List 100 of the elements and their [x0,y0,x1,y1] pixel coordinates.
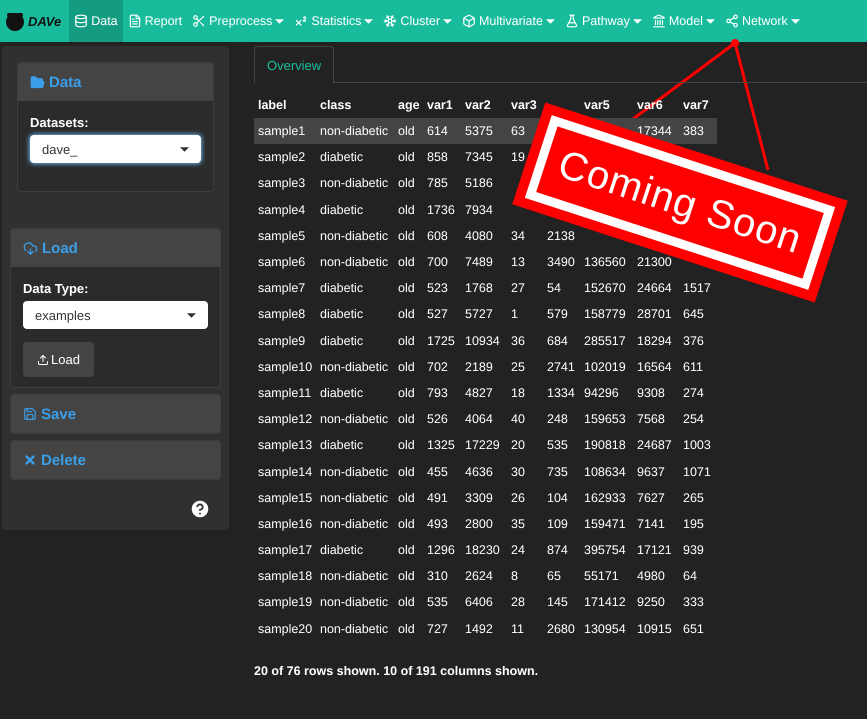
table-cell: diabetic [316,144,394,170]
table-cell-text: sample18 [257,568,314,586]
column-header: class [316,92,394,118]
table-cell-text: non-diabetic [319,464,390,481]
panel-header[interactable]: Save [11,395,220,433]
folder-icon [30,74,45,90]
table-cell-text: 611 [682,358,704,376]
table-cell-text: 64 [682,568,698,586]
nav-item[interactable]: Cluster [378,0,458,42]
table-cell-text: sample5 [257,228,306,245]
table-cell-text: non-diabetic [319,358,390,376]
table-cell-text: 4980 [636,568,666,586]
table-cell-text: 18 [510,384,526,402]
caret-icon [187,312,196,318]
dataset-select[interactable]: dave_ [30,135,201,163]
nav-icon [128,14,142,28]
table-cell-text: 491 [426,490,449,507]
table-cell-text: 785 [426,175,449,192]
column-header: label [254,92,316,118]
table-cell-text: 4636 [464,464,494,481]
table-cell-text: 145 [546,594,569,612]
table-cell-text: 735 [546,464,569,481]
table-cell-text: 3490 [546,254,576,272]
tab[interactable]: Overview [254,46,334,83]
table-cell-text: old [397,568,416,586]
table-cell-text: 109 [546,516,569,533]
table-cell-text: non-diabetic [319,228,390,245]
table-cell-text: 5186 [464,175,494,192]
table-cell-text: old [397,464,416,481]
table-cell-text: 21300 [636,254,673,272]
table-cell-text: sample14 [257,464,314,481]
table-cell-text: 254 [682,411,705,428]
table-cell-text: non-diabetic [319,254,390,272]
table-cell-text: 152670 [583,280,627,298]
table-cell-text: 10915 [636,620,673,638]
table-cell-text: sample4 [257,202,306,219]
table-cell-text: sample20 [257,620,314,638]
table-cell-text: old [397,202,416,219]
table-cell-text: sample8 [257,306,306,324]
table-cell-text: 1 [510,306,519,324]
table-cell-text: 4080 [464,228,494,245]
table-cell-text: 9308 [636,384,666,402]
table-cell-text: 5727 [464,306,494,324]
nav-item[interactable]: Statistics [289,0,378,42]
column-header: var3 [507,92,543,118]
table-cell-text: 17229 [464,437,501,454]
panel-header[interactable]: Delete [11,441,220,479]
panel-header[interactable]: Load [11,229,220,267]
table-cell-text: 7489 [464,254,494,272]
table-cell-text: 523 [426,280,449,298]
table-cell-text: 24664 [636,280,673,298]
table-cell-text: 11 [510,620,525,638]
table-cell-text: non-diabetic [319,490,390,507]
nav-item[interactable]: Data [69,0,123,42]
table-cell-text: old [397,358,416,376]
table-cell-text: old [397,175,416,192]
table-cell-text: 651 [682,620,705,638]
column-header: var2 [461,92,507,118]
table-cell-text: 18230 [464,542,501,560]
nav-item[interactable]: Report [122,0,188,42]
table-cell-text: 1768 [464,280,494,298]
nav-icon [652,14,666,28]
table-cell-text: 20 [510,437,526,454]
table-cell-text: sample3 [257,175,306,192]
table-cell-text: 9637 [636,464,666,481]
nav-item[interactable]: Network [720,0,805,42]
table-cell-text: 1736 [426,202,456,219]
table-cell-text: 265 [682,490,705,507]
table-cell: sample2 [254,144,316,170]
table-cell: 5375 [461,118,507,144]
table-cell: non-diabetic [316,118,394,144]
table-cell-text: old [397,384,416,402]
table-cell-text: 939 [682,542,705,560]
table-cell-text: 2189 [464,358,494,376]
help-icon[interactable] [189,498,211,520]
nav-icon [192,14,206,28]
table-cell-text: 65 [546,568,562,586]
column-header: var1 [423,92,461,118]
table-cell-text: 24 [510,542,526,560]
nav-item[interactable]: Multivariate [457,0,560,42]
table-cell-text: old [397,490,416,507]
table-cell-text: 104 [546,490,569,507]
data-type-select[interactable]: examples [23,301,208,329]
table-cell-text: 1003 [682,437,712,454]
table-cell-text: 1725 [426,332,456,350]
table-cell-text: sample12 [257,411,314,428]
panel-header[interactable]: Data [18,63,213,101]
table-cell-text: diabetic [319,332,364,350]
nav-item[interactable]: Preprocess [187,0,290,42]
caret-icon [180,146,189,152]
table-cell-text: 2138 [546,228,576,245]
cloud-download-icon [23,240,38,256]
table-cell-text: sample15 [257,490,314,507]
table-cell-text: diabetic [319,542,364,560]
table-cell-text: 13 [510,254,526,272]
table-cell-text: 684 [546,332,569,350]
nav-item[interactable]: Model [646,0,720,42]
nav-item[interactable]: Pathway [560,0,647,42]
load-button[interactable]: Load [23,342,94,377]
table-cell: 614 [423,118,461,144]
